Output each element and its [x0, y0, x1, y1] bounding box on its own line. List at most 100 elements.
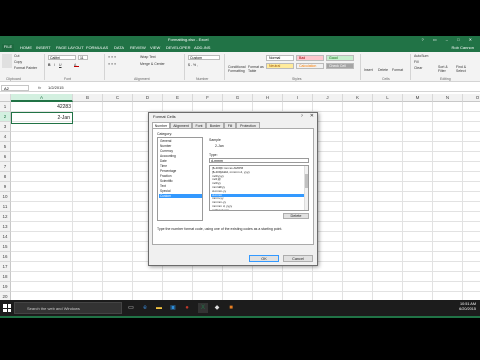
cell-a2[interactable]: 2-Jan: [11, 112, 73, 124]
window-controls[interactable]: ? ▭ – □ ✕: [422, 37, 476, 42]
align-top-icon[interactable]: ≡ ≡ ≡: [108, 55, 116, 59]
category-item[interactable]: Scientific: [159, 179, 202, 183]
file-explorer-icon[interactable]: ▬: [154, 303, 164, 313]
app-icon[interactable]: ■: [226, 303, 236, 313]
formula-input[interactable]: 1/2/2015: [48, 85, 64, 90]
number-format-select[interactable]: Custom: [188, 55, 220, 60]
category-list[interactable]: General Number Currency Accounting Date Time P…: [157, 137, 203, 221]
column-header-h[interactable]: H: [253, 94, 283, 102]
tab-add-ins[interactable]: ADD-INS: [194, 45, 210, 50]
name-box[interactable]: A2: [1, 85, 29, 91]
system-tray-clock[interactable]: 10:51 AM 6/20/2015: [459, 302, 476, 312]
tab-view[interactable]: VIEW: [150, 45, 160, 50]
category-item[interactable]: Date: [159, 159, 202, 163]
tab-page-layout[interactable]: PAGE LAYOUT: [56, 45, 84, 50]
paste-button[interactable]: [2, 54, 12, 68]
merge-center-button[interactable]: Merge & Center: [140, 62, 165, 66]
font-family-select[interactable]: Calibri: [48, 55, 76, 60]
style-normal[interactable]: Normal: [266, 55, 294, 61]
windows-start-icon[interactable]: [3, 304, 11, 312]
row-header-17[interactable]: 17: [0, 262, 11, 272]
column-header-j[interactable]: J: [313, 94, 343, 102]
task-view-icon[interactable]: ▭: [126, 303, 136, 313]
row-header-6[interactable]: 6: [0, 152, 11, 162]
column-header-o[interactable]: O: [463, 94, 480, 102]
cancel-button[interactable]: Cancel: [283, 255, 313, 262]
tab-home[interactable]: HOME: [20, 45, 32, 50]
tab-developer[interactable]: DEVELOPER: [166, 45, 190, 50]
taskbar-search[interactable]: Search the web and Windows: [14, 302, 122, 314]
column-header-b[interactable]: B: [73, 94, 103, 102]
sort-filter-button[interactable]: Sort & Filter: [438, 65, 454, 73]
wrap-text-button[interactable]: Wrap Text: [140, 55, 156, 59]
tab-insert[interactable]: INSERT: [36, 45, 51, 50]
bold-icon[interactable]: B: [48, 63, 51, 67]
tab-file[interactable]: FILE: [2, 44, 14, 51]
row-header-8[interactable]: 8: [0, 172, 11, 182]
find-select-button[interactable]: Find & Select: [456, 65, 476, 73]
column-header-i[interactable]: I: [283, 94, 313, 102]
edge-icon[interactable]: e: [140, 303, 150, 313]
type-item[interactable]: m/d/yy h:mm: [211, 208, 305, 210]
category-item[interactable]: Currency: [159, 149, 202, 153]
row-header-2[interactable]: 2: [0, 112, 11, 122]
cut-button[interactable]: Cut: [14, 54, 19, 58]
format-cells-button[interactable]: Format: [392, 68, 403, 72]
type-list-scrollbar[interactable]: [304, 166, 308, 210]
row-header-16[interactable]: 16: [0, 252, 11, 262]
row-header-12[interactable]: 12: [0, 212, 11, 222]
column-header-n[interactable]: N: [433, 94, 463, 102]
autosum-button[interactable]: AutoSum: [414, 54, 428, 58]
column-header-g[interactable]: G: [223, 94, 253, 102]
row-header-4[interactable]: 4: [0, 132, 11, 142]
fill-button[interactable]: Fill: [414, 60, 418, 64]
clear-button[interactable]: Clear: [414, 66, 422, 70]
category-item[interactable]: Text: [159, 184, 202, 188]
row-header-13[interactable]: 13: [0, 222, 11, 232]
style-check-cell[interactable]: Check Cell: [326, 63, 354, 69]
store-icon[interactable]: ▣: [168, 303, 178, 313]
category-item[interactable]: Fraction: [159, 174, 202, 178]
underline-icon[interactable]: U: [59, 63, 62, 67]
help-icon[interactable]: ?: [301, 113, 303, 118]
conditional-formatting-button[interactable]: Conditional Formatting: [228, 65, 246, 73]
category-item[interactable]: General: [159, 139, 202, 143]
app-icon[interactable]: ●: [182, 303, 192, 313]
style-good[interactable]: Good: [326, 55, 354, 61]
column-header-a[interactable]: A: [11, 94, 73, 102]
category-item[interactable]: Percentage: [159, 169, 202, 173]
font-size-select[interactable]: 11: [78, 55, 88, 60]
type-input[interactable]: d-mmm: [209, 158, 309, 163]
column-header-f[interactable]: F: [193, 94, 223, 102]
row-header-7[interactable]: 7: [0, 162, 11, 172]
row-header-10[interactable]: 10: [0, 192, 11, 202]
column-header-d[interactable]: D: [133, 94, 163, 102]
delete-cells-button[interactable]: Delete: [378, 68, 388, 72]
row-header-15[interactable]: 15: [0, 242, 11, 252]
ok-button[interactable]: OK: [249, 255, 279, 262]
category-item[interactable]: Special: [159, 189, 202, 193]
row-header-18[interactable]: 18: [0, 272, 11, 282]
tab-review[interactable]: REVIEW: [130, 45, 146, 50]
column-header-m[interactable]: M: [403, 94, 433, 102]
delete-button[interactable]: Delete: [283, 213, 309, 219]
tab-data[interactable]: DATA: [114, 45, 124, 50]
format-as-table-button[interactable]: Format as Table: [248, 65, 264, 73]
row-header-5[interactable]: 5: [0, 142, 11, 152]
column-header-k[interactable]: K: [343, 94, 373, 102]
row-header-19[interactable]: 19: [0, 282, 11, 292]
style-bad[interactable]: Bad: [296, 55, 324, 61]
row-header-9[interactable]: 9: [0, 182, 11, 192]
style-calculation[interactable]: Calculation: [296, 63, 324, 69]
tab-formulas[interactable]: FORMULAS: [86, 45, 108, 50]
insert-cells-button[interactable]: Insert: [364, 68, 373, 72]
row-header-14[interactable]: 14: [0, 232, 11, 242]
category-item[interactable]: Number: [159, 144, 202, 148]
style-neutral[interactable]: Neutral: [266, 63, 294, 69]
app-icon[interactable]: ◆: [212, 303, 222, 313]
signin-name[interactable]: Rob Cannon: [452, 45, 474, 50]
row-header-11[interactable]: 11: [0, 202, 11, 212]
category-item[interactable]: Accounting: [159, 154, 202, 158]
font-color-icon[interactable]: A: [74, 63, 79, 67]
excel-taskbar-icon[interactable]: X: [198, 303, 208, 313]
